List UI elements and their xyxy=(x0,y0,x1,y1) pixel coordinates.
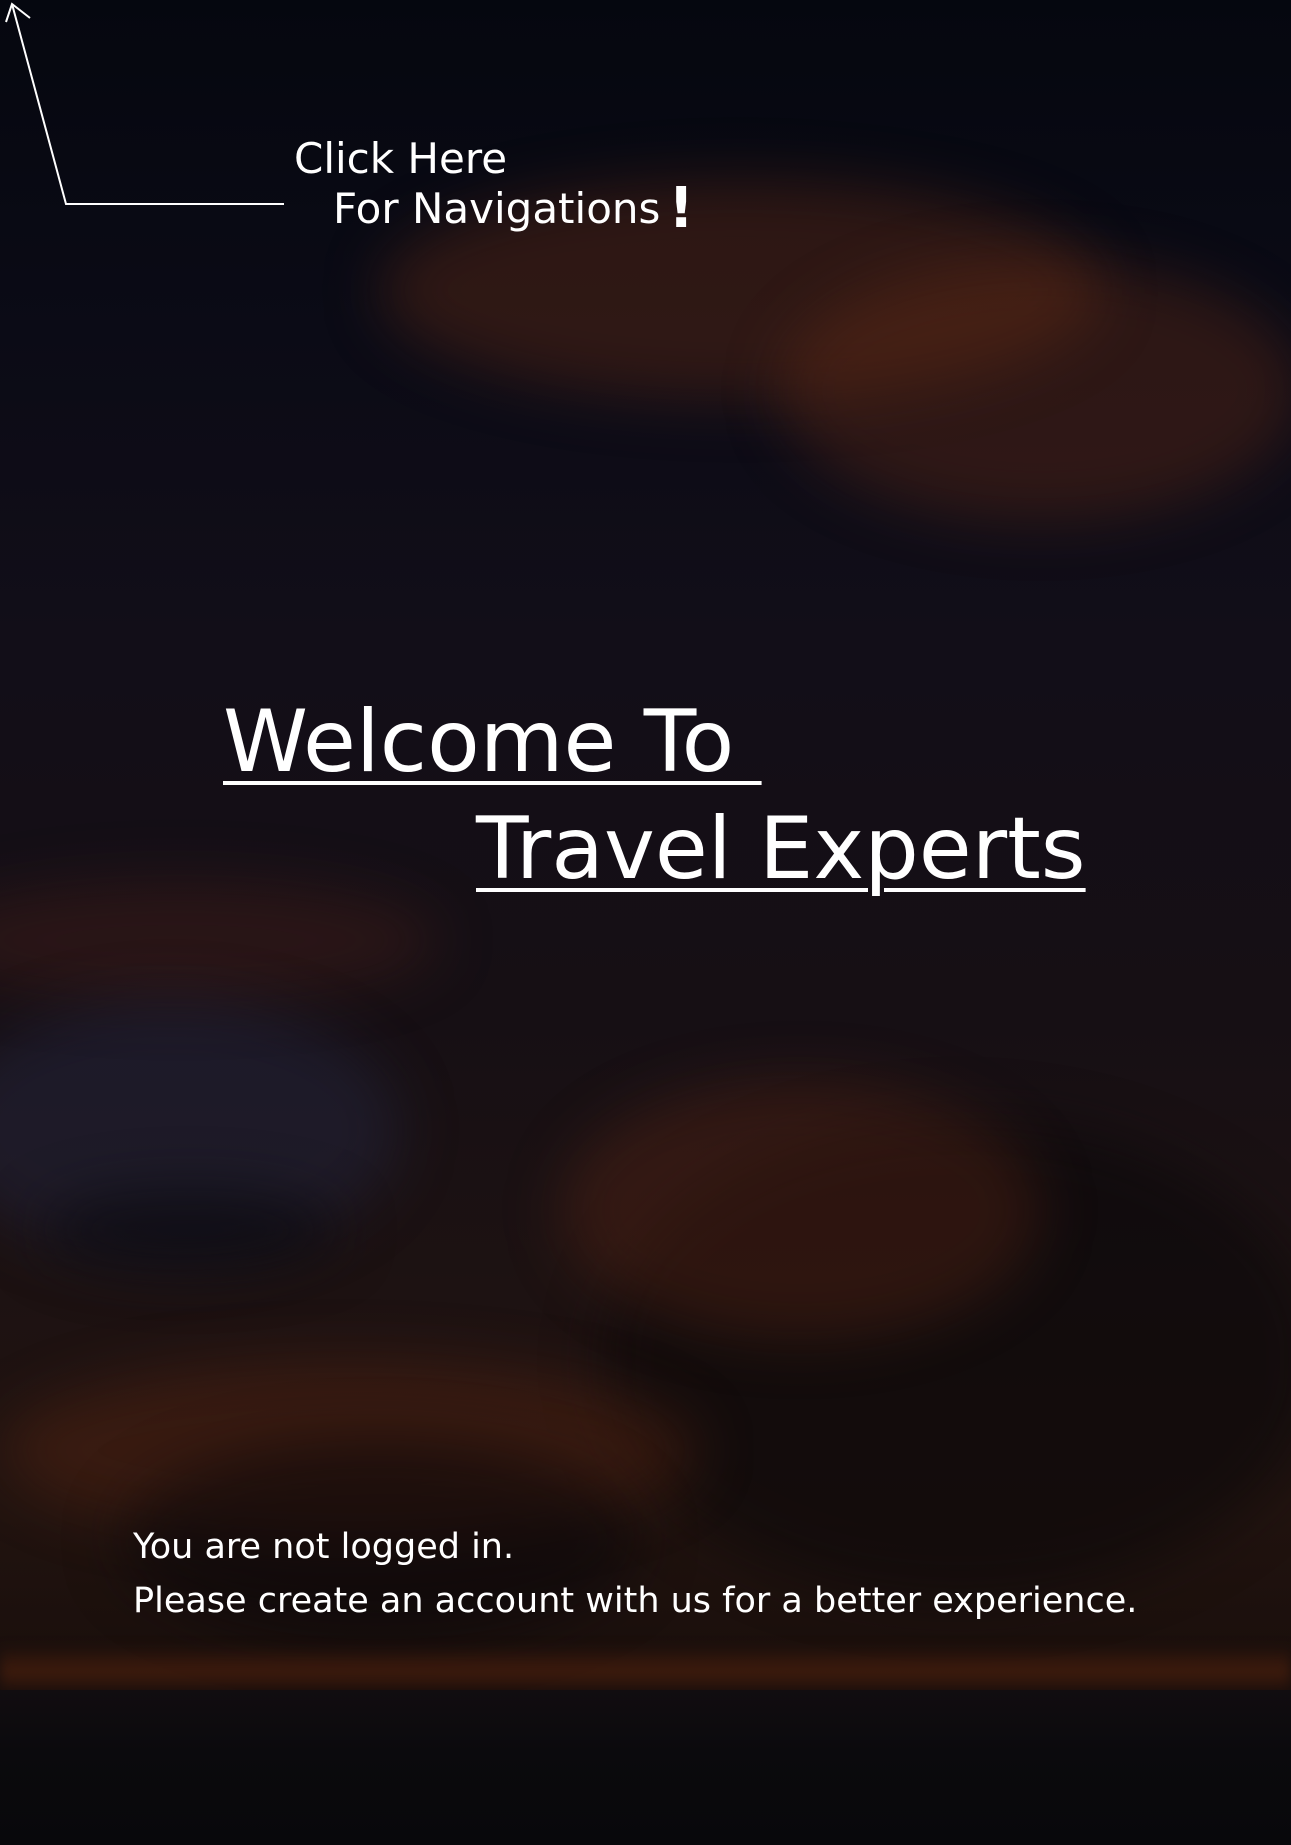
navigation-hint[interactable]: Click Here For Navigations! xyxy=(294,134,694,237)
arrow-up-left-icon[interactable] xyxy=(0,0,300,220)
brand-heading: Travel Experts xyxy=(476,799,1086,899)
exclamation-mark: ! xyxy=(668,176,694,241)
horizon-glow xyxy=(0,1645,1291,1693)
cloud xyxy=(40,1190,340,1270)
navigation-hint-line1[interactable]: Click Here xyxy=(294,134,694,184)
cloud xyxy=(780,260,1291,520)
cloud xyxy=(0,880,440,1000)
login-status-line1: You are not logged in. xyxy=(133,1527,515,1567)
cloud xyxy=(560,1080,1040,1340)
navigation-hint-line2-text[interactable]: For Navigations xyxy=(333,184,660,233)
navigation-hint-line2[interactable]: For Navigations! xyxy=(294,181,694,237)
login-status-message: You are not logged in. Please create an … xyxy=(133,1520,1137,1628)
login-status-line2: Please create an account with us for a b… xyxy=(133,1581,1138,1621)
welcome-heading: Welcome To xyxy=(223,692,762,792)
sea xyxy=(0,1690,1291,1845)
